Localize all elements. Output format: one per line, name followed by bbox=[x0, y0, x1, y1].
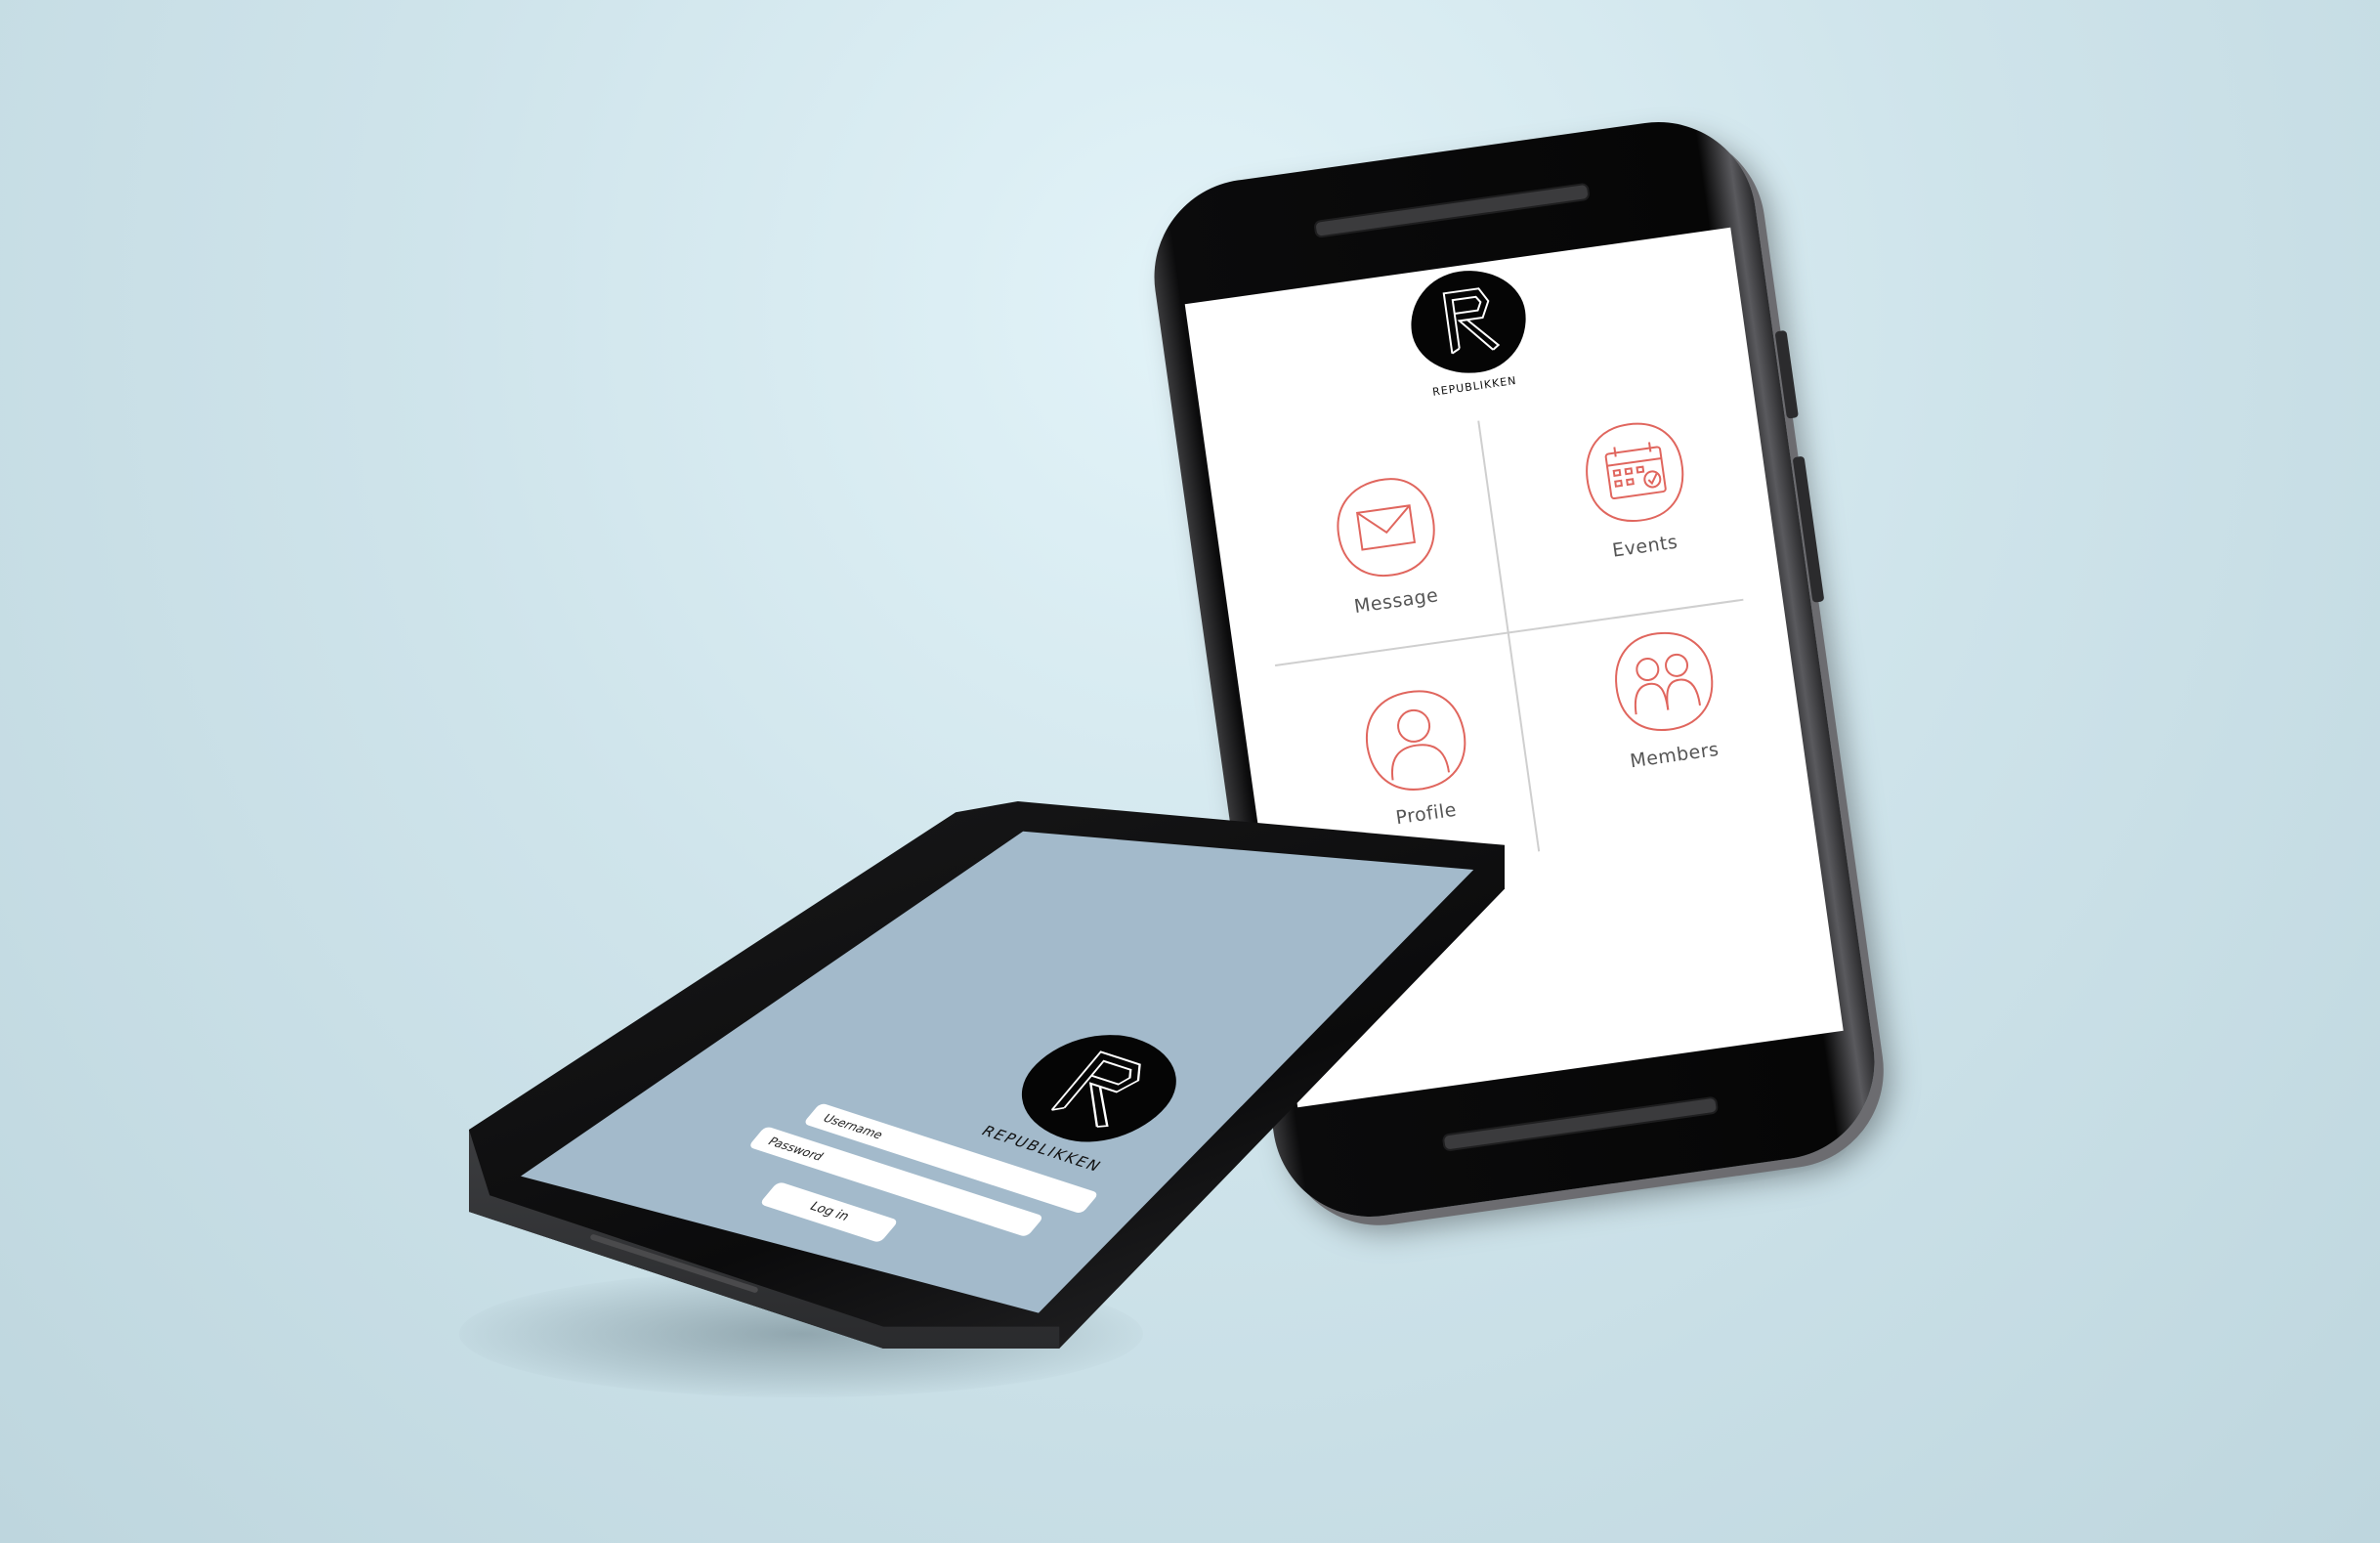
menu-label-message: Message bbox=[1352, 584, 1440, 619]
menu-label-events: Events bbox=[1610, 531, 1679, 562]
envelope-icon bbox=[1337, 478, 1435, 578]
mockup-scene: REPUBLIKKEN Message Events Profile Membe… bbox=[0, 0, 2380, 1543]
menu-item-events[interactable]: Events bbox=[1521, 407, 1740, 619]
login-phone: REPUBLIKKEN Username Password Log in bbox=[469, 801, 1505, 1349]
menu-label-members: Members bbox=[1628, 738, 1721, 773]
person-icon bbox=[1365, 690, 1466, 791]
menu-item-message[interactable]: Message bbox=[1272, 462, 1491, 673]
login-button[interactable]: Log in bbox=[758, 1180, 900, 1244]
republikken-logo bbox=[1404, 263, 1533, 381]
menu-item-members[interactable]: Members bbox=[1551, 617, 1769, 828]
calendar-icon bbox=[1586, 422, 1684, 522]
group-icon bbox=[1615, 631, 1714, 731]
r-monogram-icon bbox=[1442, 287, 1501, 355]
